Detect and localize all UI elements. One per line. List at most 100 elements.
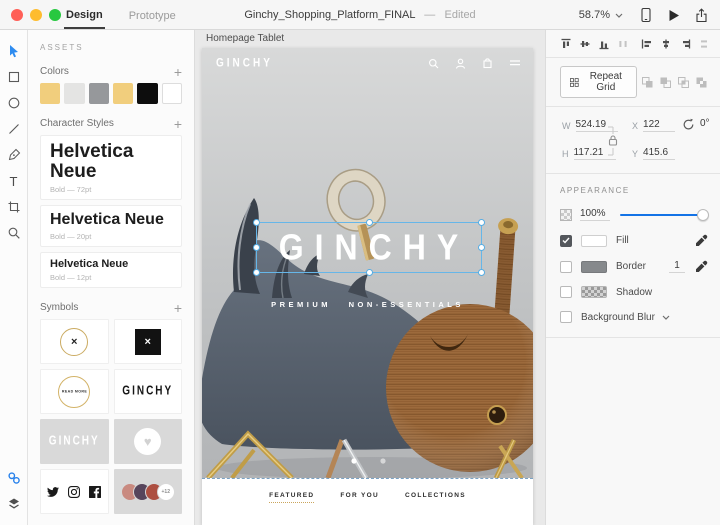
artboard-homepage-tablet[interactable]: GINCHY GINCHY PREMIUM N xyxy=(202,48,533,525)
color-swatch[interactable] xyxy=(89,83,109,104)
symbol-favorite[interactable]: ♥ xyxy=(114,419,183,464)
social-icons xyxy=(47,486,101,498)
play-preview-icon[interactable] xyxy=(668,9,680,22)
background-blur-row: Background Blur xyxy=(560,311,708,323)
fill-color-chip[interactable] xyxy=(581,235,607,247)
selection-handle[interactable] xyxy=(478,219,485,226)
symbol-social-links[interactable] xyxy=(40,469,109,514)
rotation-icon xyxy=(682,118,695,131)
text-tool-icon[interactable]: T xyxy=(2,168,26,194)
opacity-input[interactable]: 100% xyxy=(580,208,610,221)
color-swatch[interactable] xyxy=(64,83,84,104)
align-bottom-icon[interactable] xyxy=(598,38,610,50)
artboard-tool-icon[interactable] xyxy=(2,194,26,220)
site-header-icons xyxy=(428,57,521,69)
search-icon[interactable] xyxy=(428,58,439,69)
selection-handle[interactable] xyxy=(253,219,260,226)
symbol-close-light[interactable]: × xyxy=(40,319,109,364)
border-color-chip[interactable] xyxy=(581,261,607,273)
y-input[interactable]: 415.6 xyxy=(643,147,675,160)
character-style-item[interactable]: Helvetica Neue Bold — 72pt xyxy=(40,135,182,200)
shadow-checkbox[interactable] xyxy=(560,286,572,298)
slider-knob[interactable] xyxy=(697,209,709,221)
shadow-chip[interactable] xyxy=(581,286,607,298)
align-center-icon[interactable] xyxy=(660,38,672,50)
shopping-bag-icon[interactable] xyxy=(482,57,493,69)
exclude-overlap-icon[interactable] xyxy=(695,76,708,89)
border-checkbox[interactable] xyxy=(560,261,572,273)
eyedropper-icon[interactable] xyxy=(695,260,708,273)
chevron-down-icon[interactable] xyxy=(662,315,670,320)
add-symbol-button[interactable]: + xyxy=(174,303,182,313)
select-tool-icon[interactable] xyxy=(2,38,26,64)
artboard-label[interactable]: Homepage Tablet xyxy=(206,33,284,44)
selection-handle[interactable] xyxy=(253,244,260,251)
device-preview-icon[interactable] xyxy=(638,7,653,23)
border-row: Border 1 xyxy=(560,260,708,273)
symbol-wordmark[interactable]: GINCHY xyxy=(114,369,183,414)
selection-handle[interactable] xyxy=(478,269,485,276)
hero-subheadline[interactable]: PREMIUM NON-ESSENTIALS xyxy=(202,300,533,309)
zoom-level-control[interactable]: 58.7% xyxy=(579,9,623,21)
repeat-grid-icon xyxy=(570,77,579,88)
canvas-pasteboard[interactable]: Homepage Tablet xyxy=(195,30,545,525)
color-swatch[interactable] xyxy=(137,83,157,104)
intersect-shape-icon[interactable] xyxy=(677,76,690,89)
selection-handle[interactable] xyxy=(366,219,373,226)
appearance-section: APPEARANCE 100% Fill Border 1 xyxy=(546,186,720,338)
symbol-read-more-button[interactable]: READ MORE xyxy=(40,369,109,414)
character-style-item[interactable]: Helvetica Neue Bold — 20pt xyxy=(40,205,182,247)
symbol-close-dark[interactable]: × xyxy=(114,319,183,364)
align-top-icon[interactable] xyxy=(560,38,572,50)
opacity-row: 100% xyxy=(560,208,708,221)
distribute-vertical-icon[interactable] xyxy=(698,38,710,50)
pen-tool-icon[interactable] xyxy=(2,142,26,168)
account-icon[interactable] xyxy=(455,58,466,69)
repeat-grid-button[interactable]: Repeat Grid xyxy=(560,66,637,98)
rotation-input[interactable]: 0° xyxy=(700,118,714,131)
zoom-tool-icon[interactable] xyxy=(2,220,26,246)
site-logo[interactable]: GINCHY xyxy=(216,56,273,69)
line-tool-icon[interactable] xyxy=(2,116,26,142)
color-swatch[interactable] xyxy=(40,83,60,104)
align-left-icon[interactable] xyxy=(641,38,653,50)
menu-icon[interactable] xyxy=(509,59,521,67)
add-character-style-button[interactable]: + xyxy=(174,119,182,129)
share-icon[interactable] xyxy=(695,8,708,23)
nav-item-for-you[interactable]: FOR YOU xyxy=(340,492,379,503)
ellipse-tool-icon[interactable] xyxy=(2,90,26,116)
x-input[interactable]: 122 xyxy=(643,119,675,132)
assets-panel-icon[interactable] xyxy=(2,465,26,491)
selected-text-element[interactable]: GINCHY xyxy=(256,222,482,273)
symbol-avatar-group[interactable]: +12 xyxy=(114,469,183,514)
fill-checkbox[interactable] xyxy=(560,235,572,247)
x-label: X xyxy=(632,121,638,131)
color-swatch[interactable] xyxy=(162,83,182,104)
align-right-icon[interactable] xyxy=(679,38,691,50)
layers-panel-icon[interactable] xyxy=(2,491,26,517)
border-width-input[interactable]: 1 xyxy=(669,260,685,273)
nav-item-collections[interactable]: COLLECTIONS xyxy=(405,492,466,503)
height-input[interactable]: 117.21 xyxy=(574,147,616,160)
add-color-button[interactable]: + xyxy=(174,67,182,77)
character-style-name: Helvetica Neue xyxy=(50,142,172,182)
distribute-horizontal-icon[interactable] xyxy=(617,38,629,50)
selection-handle[interactable] xyxy=(253,269,260,276)
width-label: W xyxy=(562,121,571,131)
color-swatch[interactable] xyxy=(113,83,133,104)
character-style-item[interactable]: Helvetica Neue Bold — 12pt xyxy=(40,252,182,289)
add-shape-icon[interactable] xyxy=(641,76,654,89)
eyedropper-icon[interactable] xyxy=(695,234,708,247)
selection-handle[interactable] xyxy=(366,269,373,276)
nav-item-featured[interactable]: FEATURED xyxy=(269,492,314,503)
rectangle-tool-icon[interactable] xyxy=(2,64,26,90)
subtract-shape-icon[interactable] xyxy=(659,76,672,89)
background-blur-label: Background Blur xyxy=(581,312,655,323)
align-middle-icon[interactable] xyxy=(579,38,591,50)
background-blur-checkbox[interactable] xyxy=(560,311,572,323)
symbol-wordmark-inverse[interactable]: GINCHY xyxy=(40,419,109,464)
opacity-slider[interactable] xyxy=(620,209,708,221)
repeat-grid-row: Repeat Grid xyxy=(546,58,720,106)
divider xyxy=(546,337,720,338)
selection-handle[interactable] xyxy=(478,244,485,251)
